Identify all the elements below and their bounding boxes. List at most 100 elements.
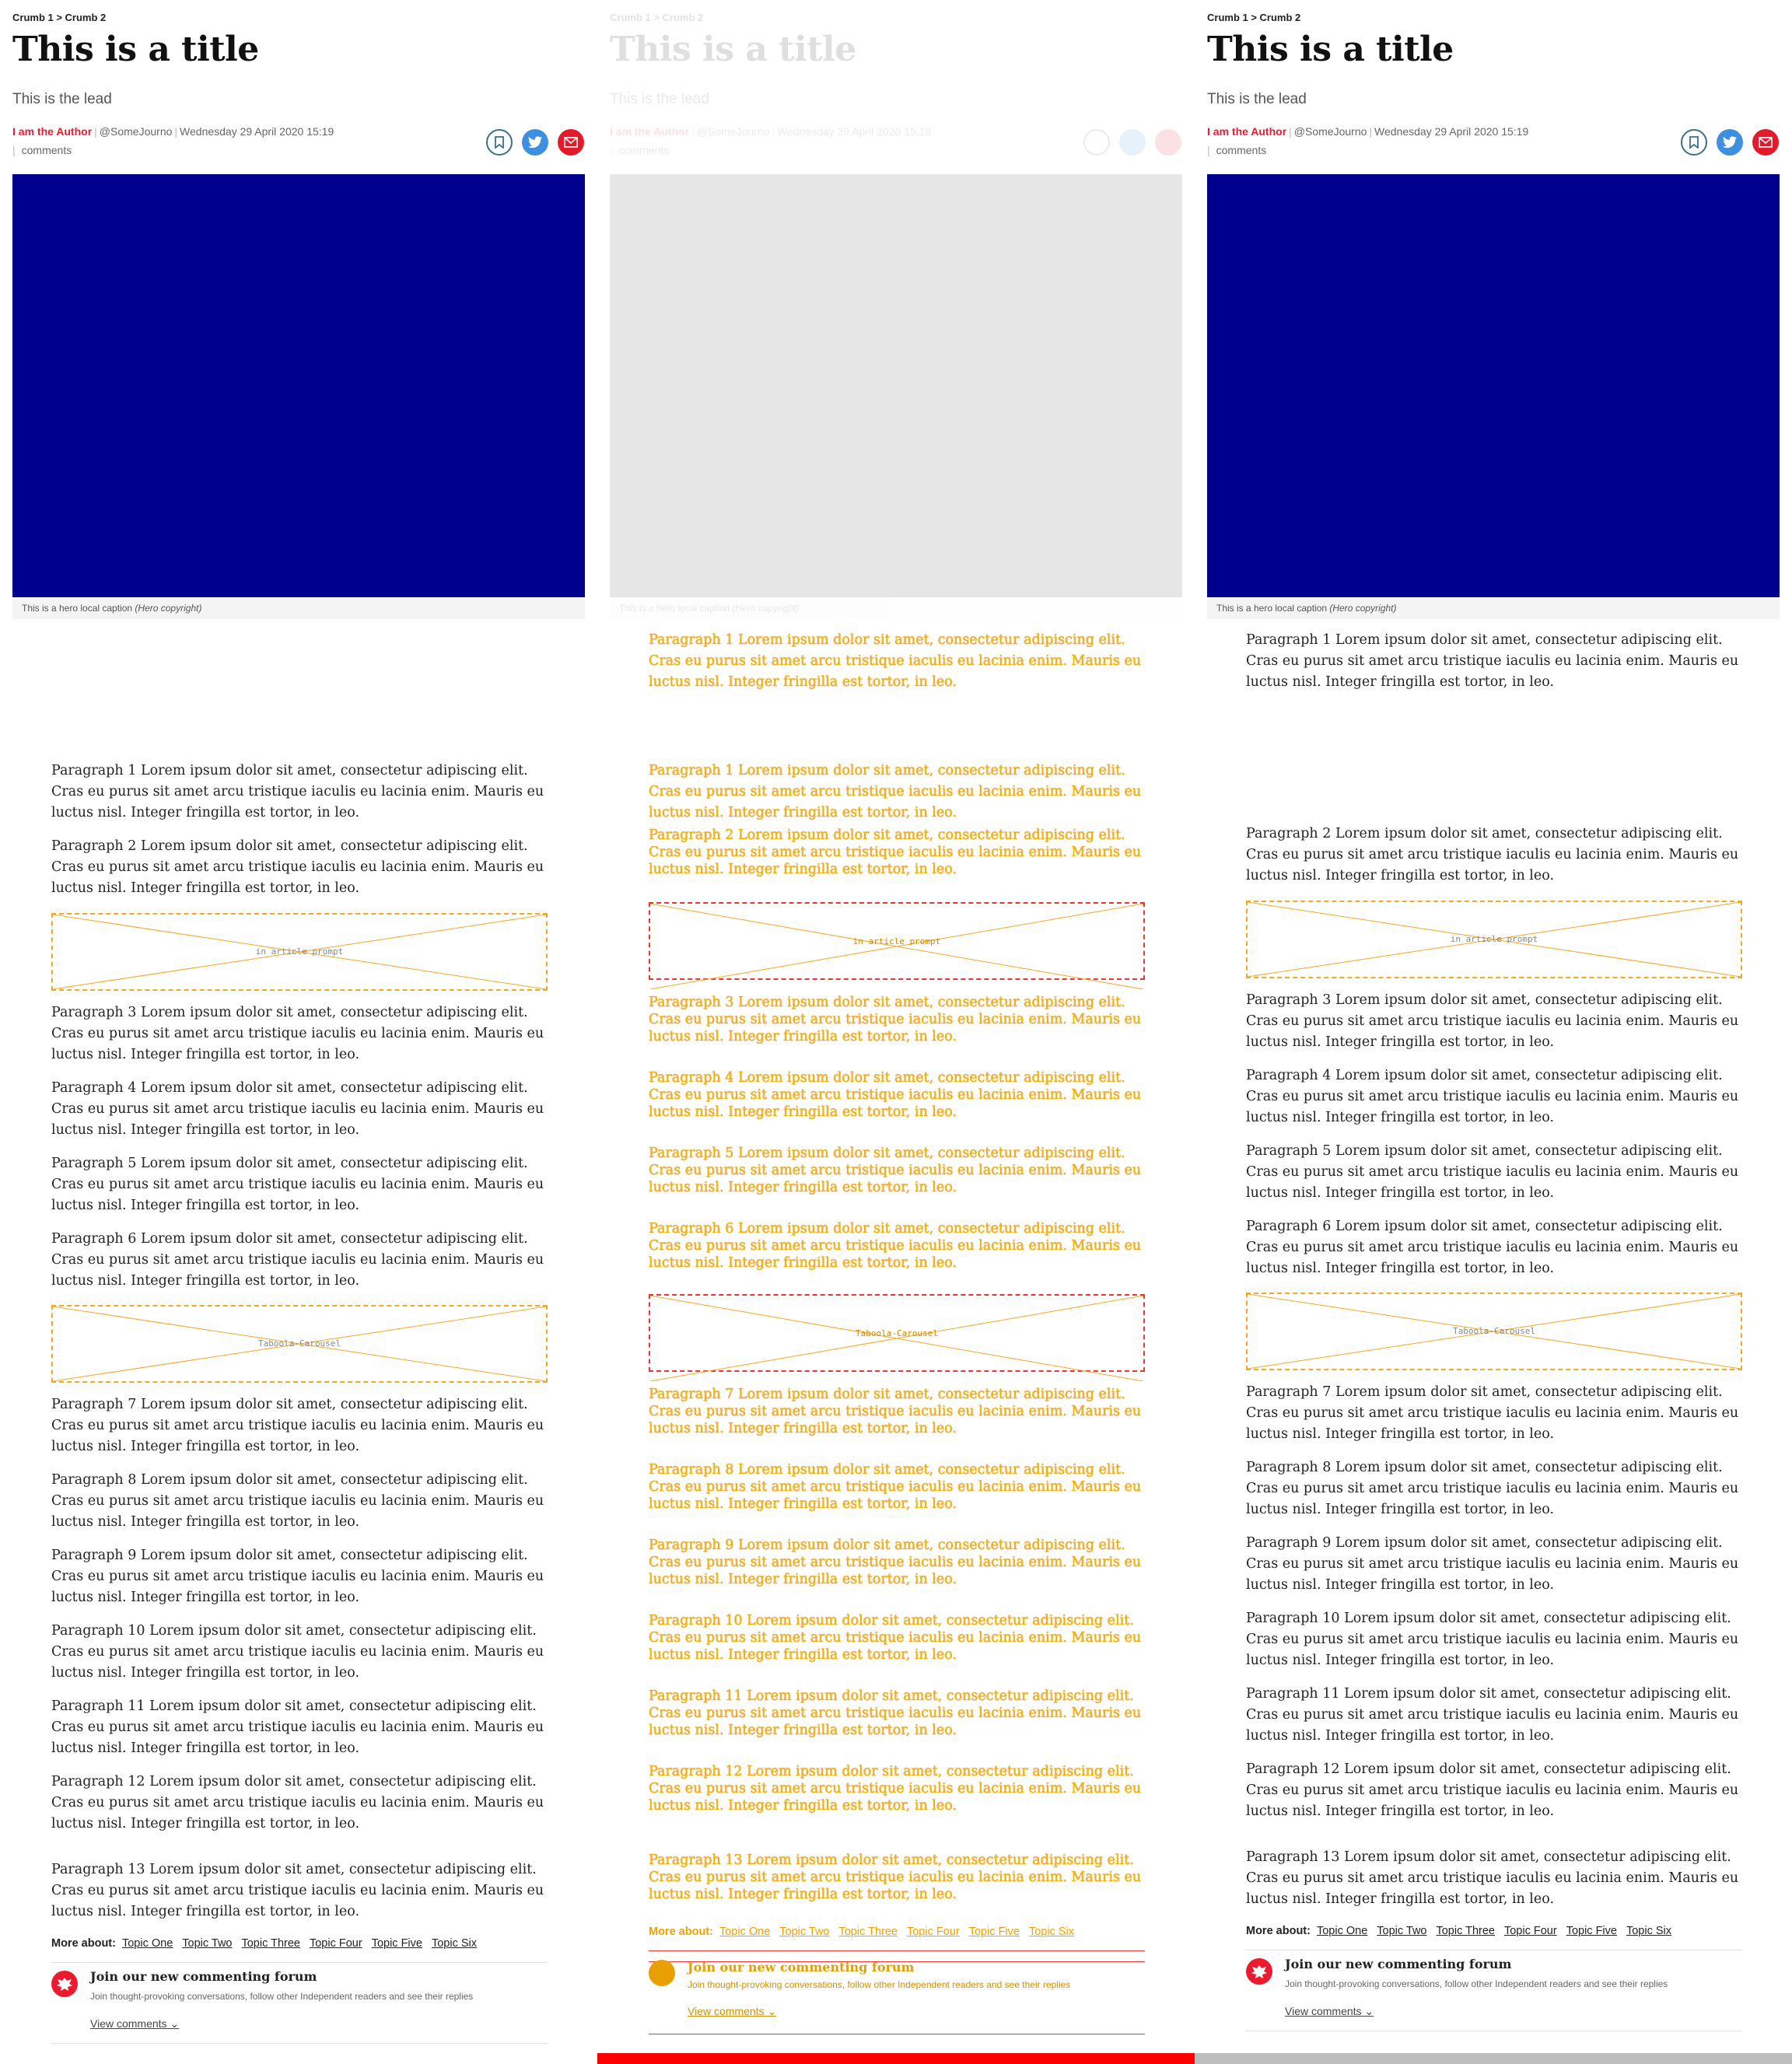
hero-copyright: (Hero copyright) bbox=[1329, 603, 1397, 614]
byline: I am the Author | @SomeJourno | Wednesday 29… bbox=[12, 125, 334, 138]
bookmark-icon[interactable] bbox=[486, 129, 513, 156]
topic-link[interactable]: Topic Five bbox=[372, 1937, 422, 1950]
chevron-down-icon: ⌄ bbox=[170, 2017, 180, 2030]
author-handle[interactable]: @SomeJourno bbox=[100, 125, 173, 138]
forum-title: Join our new commenting forum bbox=[1285, 1957, 1512, 1971]
independent-eagle-icon bbox=[1246, 1958, 1272, 1985]
more-about-diff: More about: Topic One Topic Two Topic Three… bbox=[649, 1926, 1074, 1938]
author-handle[interactable]: @SomeJourno bbox=[1294, 125, 1367, 138]
comments-count[interactable]: | comments bbox=[610, 144, 669, 156]
paragraph-diff: Paragraph 1 Lorem ipsum dolor sit amet, … bbox=[649, 632, 1142, 690]
paragraph-diff: Paragraph 3 Lorem ipsum dolor sit amet, … bbox=[649, 995, 1142, 1044]
hero-image-placeholder bbox=[610, 174, 1182, 597]
forum-description: Join thought-provoking conversations, fo… bbox=[90, 1991, 474, 2002]
bookmark-icon[interactable] bbox=[1681, 129, 1707, 156]
topic-link[interactable]: Topic One bbox=[1317, 1925, 1367, 1937]
topic-link[interactable]: Topic Four bbox=[1504, 1925, 1557, 1937]
author-link[interactable]: I am the Author bbox=[1207, 125, 1286, 138]
hero-caption: This is a hero local caption (Hero copyr… bbox=[12, 597, 585, 619]
independent-eagle-icon bbox=[51, 1971, 78, 1997]
forum-title: Join our new commenting forum bbox=[90, 1969, 317, 1984]
email-icon[interactable] bbox=[1155, 129, 1181, 156]
in-article-prompt-placeholder: in article prompt bbox=[51, 913, 548, 991]
paragraph-diff: Paragraph 1 Lorem ipsum dolor sit amet, … bbox=[649, 763, 1142, 820]
topic-link[interactable]: Topic Three bbox=[241, 1937, 300, 1950]
paragraph: Paragraph 8 Lorem ipsum dolor sit amet, … bbox=[51, 1472, 544, 1530]
topic-link[interactable]: Topic Two bbox=[182, 1937, 232, 1950]
placeholder-label: in article prompt bbox=[255, 946, 344, 957]
more-about: More about: Topic One Topic Two Topic Three… bbox=[1246, 1925, 1671, 1937]
view-comments-button[interactable]: View comments ⌄ bbox=[1285, 2005, 1374, 2018]
taboola-carousel-placeholder: Taboola-Carousel bbox=[1246, 1293, 1742, 1370]
hero-image bbox=[1207, 174, 1780, 597]
topic-link[interactable]: Topic Five bbox=[1566, 1925, 1617, 1937]
page-title: This is a title bbox=[12, 30, 259, 69]
in-article-prompt-placeholder: in article prompt bbox=[1246, 901, 1742, 978]
hero-caption: This is a hero local caption (Hero copyr… bbox=[610, 597, 1182, 619]
hero-caption: This is a hero local caption (Hero copyr… bbox=[1207, 597, 1780, 619]
twitter-icon[interactable] bbox=[1119, 129, 1146, 156]
paragraph: Paragraph 13 Lorem ipsum dolor sit amet,… bbox=[1246, 1849, 1739, 1907]
paragraph: Paragraph 10 Lorem ipsum dolor sit amet,… bbox=[51, 1623, 544, 1681]
comments-count[interactable]: | comments bbox=[12, 144, 72, 156]
comments-link[interactable]: comments bbox=[22, 144, 72, 156]
divider bbox=[649, 1950, 1145, 1951]
article-lead: This is the lead bbox=[12, 91, 112, 107]
page-title: This is a title bbox=[610, 30, 856, 69]
divider bbox=[51, 1962, 548, 1963]
diff-indicator-bar bbox=[1195, 2053, 1792, 2064]
paragraph-diff: Paragraph 11 Lorem ipsum dolor sit amet,… bbox=[649, 1688, 1142, 1738]
paragraph: Paragraph 11 Lorem ipsum dolor sit amet,… bbox=[1246, 1686, 1739, 1744]
article-panel-baseline: Crumb 1 > Crumb 2 This is a title This i… bbox=[12, 0, 585, 2053]
paragraph-diff: Paragraph 9 Lorem ipsum dolor sit amet, … bbox=[649, 1538, 1142, 1587]
paragraph: Paragraph 2 Lorem ipsum dolor sit amet, … bbox=[1246, 826, 1739, 883]
hero-copyright: (Hero copyright) bbox=[135, 603, 202, 614]
paragraph: Paragraph 3 Lorem ipsum dolor sit amet, … bbox=[1246, 992, 1739, 1050]
paragraph: Paragraph 9 Lorem ipsum dolor sit amet, … bbox=[51, 1548, 544, 1605]
publish-date: Wednesday 29 April 2020 15:19 bbox=[180, 125, 334, 138]
view-comments-button[interactable]: View comments ⌄ bbox=[688, 2005, 776, 2018]
paragraph-diff: Paragraph 10 Lorem ipsum dolor sit amet,… bbox=[649, 1613, 1142, 1663]
placeholder-label: Taboola-Carousel bbox=[258, 1338, 341, 1349]
paragraph: Paragraph 2 Lorem ipsum dolor sit amet, … bbox=[51, 838, 544, 896]
breadcrumb[interactable]: Crumb 1 > Crumb 2 bbox=[1207, 12, 1300, 23]
author-link[interactable]: I am the Author bbox=[12, 125, 92, 138]
forum-title: Join our new commenting forum bbox=[688, 1960, 915, 1975]
paragraph-diff: Paragraph 5 Lorem ipsum dolor sit amet, … bbox=[649, 1146, 1142, 1195]
twitter-icon[interactable] bbox=[1717, 129, 1743, 156]
comments-link[interactable]: comments bbox=[1216, 144, 1267, 156]
paragraph-diff: Paragraph 12 Lorem ipsum dolor sit amet,… bbox=[649, 1764, 1142, 1814]
divider bbox=[51, 2043, 548, 2044]
topic-link[interactable]: Topic Six bbox=[432, 1937, 477, 1950]
article-lead: This is the lead bbox=[610, 91, 709, 107]
breadcrumb[interactable]: Crumb 1 > Crumb 2 bbox=[12, 12, 106, 23]
topic-link[interactable]: Topic One bbox=[122, 1937, 173, 1950]
more-about: More about: Topic One Topic Two Topic Three… bbox=[51, 1937, 477, 1950]
twitter-icon[interactable] bbox=[522, 129, 548, 156]
byline: I am the Author | @SomeJourno | Wednesday 29… bbox=[1207, 125, 1529, 138]
placeholder-label: Taboola-Carousel bbox=[1453, 1326, 1535, 1336]
bookmark-icon[interactable] bbox=[1083, 129, 1110, 156]
view-comments-button[interactable]: View comments ⌄ bbox=[90, 2017, 179, 2031]
paragraph: Paragraph 4 Lorem ipsum dolor sit amet, … bbox=[51, 1080, 544, 1138]
paragraph-diff: Paragraph 7 Lorem ipsum dolor sit amet, … bbox=[649, 1387, 1142, 1436]
article-panel-current: Crumb 1 > Crumb 2 This is a title This i… bbox=[1207, 0, 1780, 2053]
paragraph: Paragraph 11 Lorem ipsum dolor sit amet,… bbox=[51, 1698, 544, 1756]
paragraph: Paragraph 7 Lorem ipsum dolor sit amet, … bbox=[1246, 1384, 1739, 1442]
page-title: This is a title bbox=[1207, 30, 1454, 69]
forum-description: Join thought-provoking conversations, fo… bbox=[1285, 1978, 1668, 1989]
topic-link[interactable]: Topic Six bbox=[1626, 1925, 1671, 1937]
breadcrumb[interactable]: Crumb 1 > Crumb 2 bbox=[610, 12, 703, 23]
email-icon[interactable] bbox=[1752, 129, 1779, 156]
paragraph: Paragraph 5 Lorem ipsum dolor sit amet, … bbox=[1246, 1143, 1739, 1201]
paragraph: Paragraph 7 Lorem ipsum dolor sit amet, … bbox=[51, 1397, 544, 1454]
topic-link[interactable]: Topic Three bbox=[1436, 1925, 1495, 1937]
email-icon[interactable] bbox=[558, 129, 584, 156]
topic-link[interactable]: Topic Four bbox=[310, 1937, 362, 1950]
taboola-carousel-placeholder: Taboola-Carousel bbox=[51, 1305, 548, 1383]
paragraph: Paragraph 1 Lorem ipsum dolor sit amet, … bbox=[51, 763, 544, 820]
comments-count[interactable]: | comments bbox=[1207, 144, 1266, 156]
topic-link[interactable]: Topic Two bbox=[1377, 1925, 1426, 1937]
paragraph-diff: Paragraph 13 Lorem ipsum dolor sit amet,… bbox=[649, 1852, 1142, 1902]
paragraph: Paragraph 5 Lorem ipsum dolor sit amet, … bbox=[51, 1156, 544, 1213]
